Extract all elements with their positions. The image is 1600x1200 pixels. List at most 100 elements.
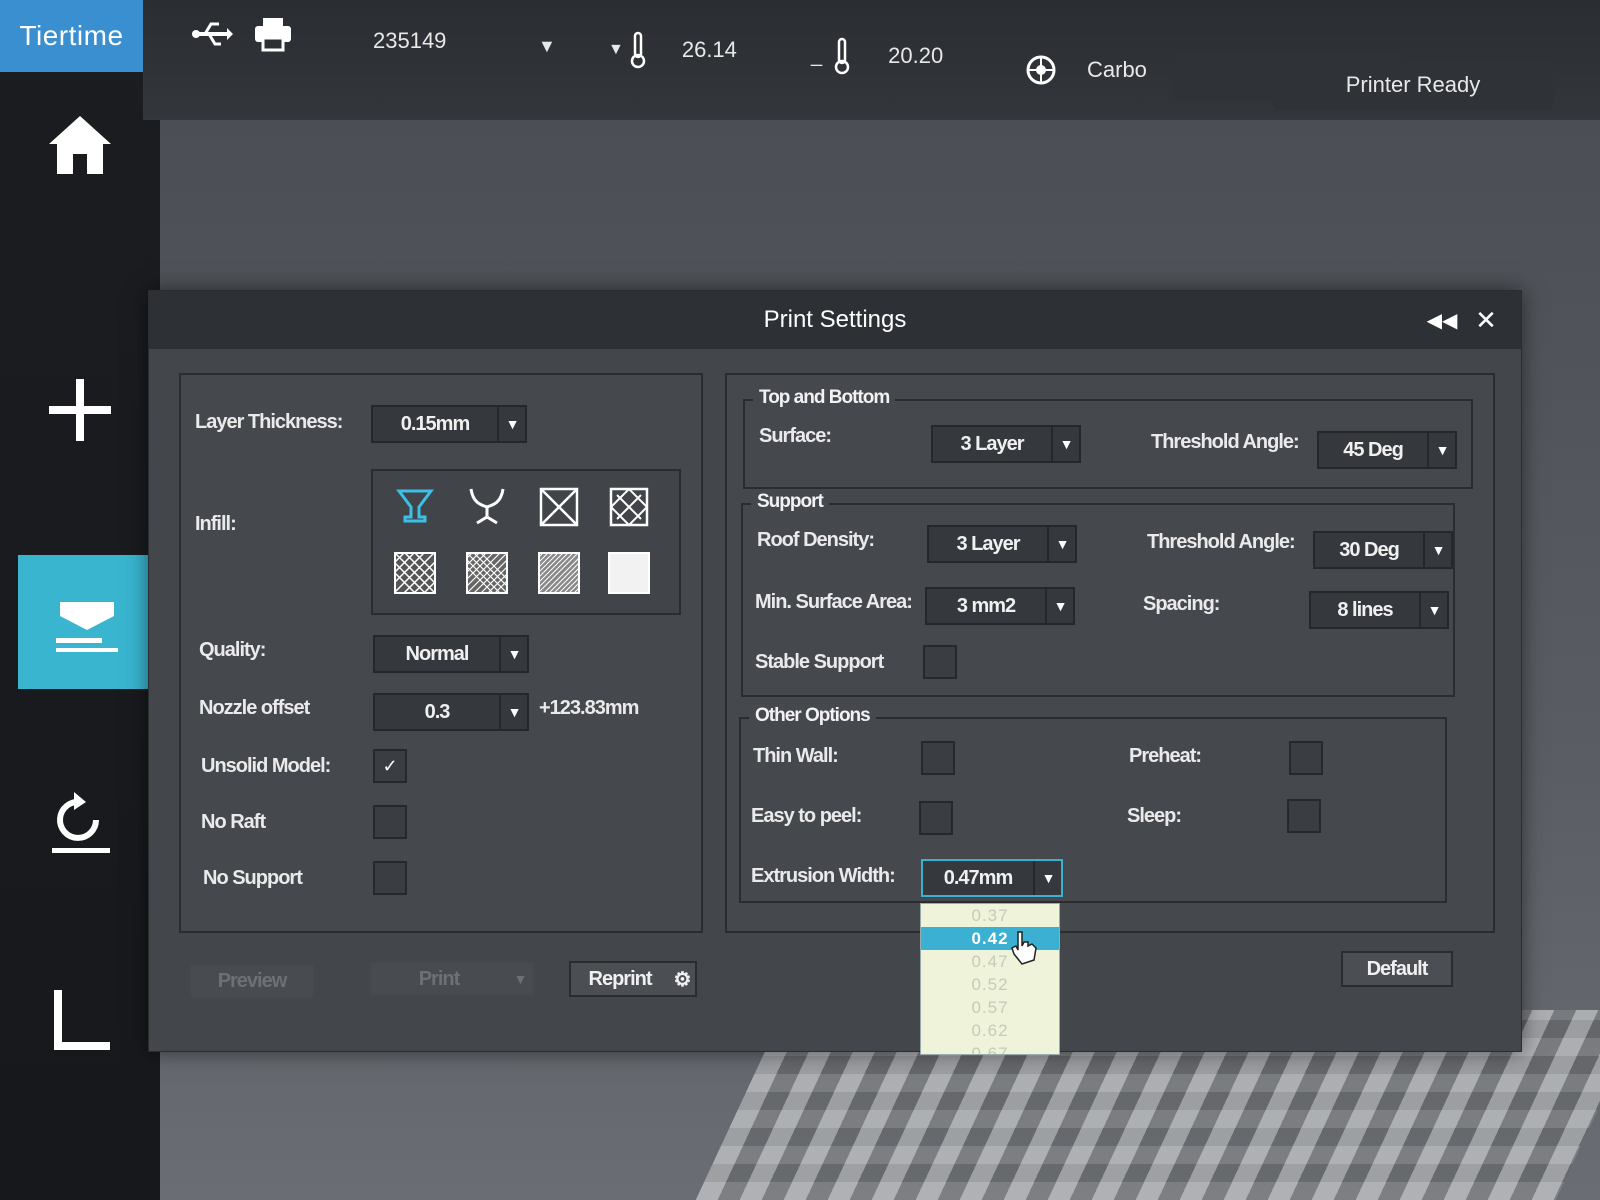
no-raft-checkbox[interactable] (373, 805, 407, 839)
roof-density-label: Roof Density: (757, 529, 875, 551)
chevron-down-icon: ▼ (1045, 589, 1073, 623)
measure-button[interactable] (20, 960, 140, 1080)
infill-solid-option[interactable] (607, 551, 651, 595)
close-icon: ✕ (1475, 304, 1497, 335)
sleep-label: Sleep: (1127, 805, 1182, 827)
dropdown-option[interactable]: 0.47 (921, 950, 1059, 973)
filament-icon (1026, 55, 1056, 85)
quality-value: Normal (405, 642, 470, 665)
dropdown-option[interactable]: 0.62 (921, 1019, 1059, 1042)
unsolid-model-checkbox[interactable]: ✓ (373, 749, 407, 783)
easy-to-peel-checkbox[interactable] (919, 801, 953, 835)
dropdown-option[interactable]: 0.67 (921, 1042, 1059, 1055)
spacing-value: 8 lines (1337, 598, 1393, 621)
nozzle-offset-extra: +123.83mm (539, 697, 639, 719)
grid-icon (394, 552, 436, 594)
spacing-select[interactable]: 8 lines ▼ (1309, 591, 1449, 629)
nozzle-temp: 26.14 (681, 37, 737, 62)
print-settings-dialog: Print Settings ◀◀ ✕ Layer Thickness: 0.1… (148, 290, 1522, 1052)
thermometer-icon (834, 37, 850, 75)
default-button[interactable]: Default (1341, 951, 1453, 987)
other-options-title: Other Options (749, 705, 876, 727)
plus-icon (49, 379, 111, 441)
extrusion-width-value: 0.47mm (943, 866, 1014, 889)
finer-grid-icon (538, 552, 580, 594)
infill-label: Infill: (195, 513, 237, 535)
stable-support-label: Stable Support (755, 651, 884, 673)
dropdown-option[interactable]: 0.37 (921, 904, 1059, 927)
min-surface-area-select[interactable]: 3 mm2 ▼ (925, 587, 1075, 625)
dropdown-option[interactable]: 0.52 (921, 973, 1059, 996)
checkmark-icon: ✓ (382, 755, 398, 776)
reprint-button[interactable]: Reprint ⚙ (569, 961, 697, 997)
stable-support-checkbox[interactable] (923, 645, 957, 679)
bed-temp: 20.20 (888, 43, 944, 68)
quality-select[interactable]: Normal ▼ (373, 635, 529, 673)
double-chevron-left-icon: ◀◀ (1426, 309, 1458, 332)
cup-icon (396, 489, 434, 523)
material-name: Carbo (1087, 57, 1147, 82)
diamond-box-icon (609, 487, 649, 527)
thin-wall-checkbox[interactable] (921, 741, 955, 775)
advanced-settings-panel: Top and Bottom Surface: 3 Layer ▼ Thresh… (725, 373, 1495, 933)
nozzle-offset-select[interactable]: 0.3 ▼ (373, 693, 529, 731)
support-threshold-select[interactable]: 30 Deg ▼ (1313, 531, 1453, 569)
app-logo: Tiertime (0, 0, 143, 72)
min-surface-area-label: Min. Surface Area: (755, 591, 913, 613)
no-raft-label: No Raft (201, 811, 266, 833)
infill-medium-hole-option[interactable] (607, 485, 651, 529)
dropdown-option[interactable]: 0.57 (921, 996, 1059, 1019)
infill-dense-option-3[interactable] (537, 551, 581, 595)
roof-density-value: 3 Layer (956, 532, 1020, 555)
fine-grid-icon (466, 552, 508, 594)
nozzle-offset-label: Nozzle offset (199, 697, 310, 719)
usb-button[interactable] (191, 16, 233, 52)
extrusion-width-select[interactable]: 0.47mm ▼ (921, 859, 1063, 897)
chevron-down-icon: ▼ (513, 971, 528, 987)
thermometer-icon (630, 31, 646, 69)
preheat-checkbox[interactable] (1289, 741, 1323, 775)
surface-value: 3 Layer (960, 432, 1024, 455)
infill-dense-option-1[interactable] (393, 551, 437, 595)
surface-select[interactable]: 3 Layer ▼ (931, 425, 1081, 463)
print-button[interactable]: Print ▼ (369, 961, 535, 997)
infill-options (371, 469, 681, 615)
rotate-icon (52, 792, 110, 853)
reset-button[interactable] (20, 760, 140, 880)
infill-shell-option[interactable] (393, 485, 437, 529)
cross-box-icon (539, 487, 579, 527)
chevron-down-icon: ▼ (497, 407, 525, 441)
preview-button[interactable]: Preview (189, 963, 315, 999)
close-button[interactable]: ✕ (1469, 303, 1503, 337)
layer-thickness-value: 0.15mm (400, 412, 471, 435)
dropdown-option-highlighted[interactable]: 0.42 (921, 927, 1059, 950)
infill-surface-option[interactable] (465, 485, 509, 529)
printer-select-arrow[interactable]: ▼ (538, 36, 556, 57)
add-model-button[interactable] (20, 350, 140, 470)
printer-status-text: Printer Ready (1345, 72, 1481, 97)
sleep-checkbox[interactable] (1287, 799, 1321, 833)
home-button[interactable] (20, 85, 140, 205)
printer-button[interactable] (253, 16, 293, 52)
no-support-checkbox[interactable] (373, 861, 407, 895)
support-threshold-value: 30 Deg (1339, 538, 1400, 561)
bed-icon: _ (811, 44, 823, 67)
nozzle-offset-value: 0.3 (424, 700, 451, 723)
printer-id: 235149 (373, 28, 447, 53)
print-settings-button[interactable] (18, 555, 156, 689)
spacing-label: Spacing: (1143, 593, 1220, 615)
bed-temp-group: _ 20.20 (811, 36, 943, 76)
unsolid-model-label: Unsolid Model: (201, 755, 331, 777)
top-bottom-title: Top and Bottom (753, 387, 896, 409)
thin-wall-label: Thin Wall: (753, 745, 839, 767)
infill-large-hole-option[interactable] (537, 485, 581, 529)
top-threshold-select[interactable]: 45 Deg ▼ (1317, 431, 1457, 469)
infill-dense-option-2[interactable] (465, 551, 509, 595)
collapse-button[interactable]: ◀◀ (1425, 303, 1459, 337)
nozzle-temp-group: ▼ 26.14 (608, 30, 737, 70)
roof-density-select[interactable]: 3 Layer ▼ (927, 525, 1077, 563)
layer-thickness-select[interactable]: 0.15mm ▼ (371, 405, 527, 443)
usb-icon (192, 22, 233, 46)
material-group[interactable]: Carbo (1025, 54, 1147, 86)
nozzle-icon: ▼ (608, 41, 624, 58)
